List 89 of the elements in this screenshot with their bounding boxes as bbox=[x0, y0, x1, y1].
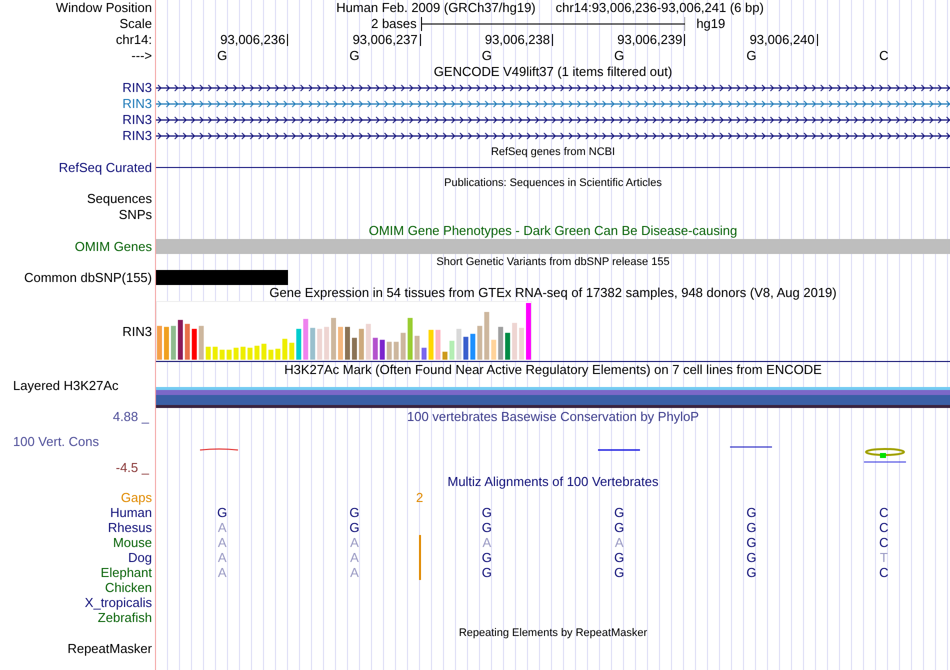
ruler-position: 93,006,240 bbox=[750, 32, 815, 48]
aligned-base: C bbox=[879, 505, 889, 521]
track-title: GENCODE V49lift37 (1 items filtered out) bbox=[434, 64, 672, 80]
track-label: Rhesus bbox=[108, 520, 152, 536]
track-label: X_tropicalis bbox=[84, 594, 152, 610]
aligned-base: G bbox=[746, 505, 757, 521]
assembly-title: Human Feb. 2009 (GRCh37/hg19) bbox=[336, 0, 536, 16]
ruler-position: 93,006,238 bbox=[484, 32, 550, 48]
aligned-base: G bbox=[349, 505, 360, 521]
track-label: RIN3 bbox=[122, 80, 152, 96]
track-caption: Short Genetic Variants from dbSNP release 155 bbox=[436, 255, 670, 270]
track-label: Common dbSNP(155) bbox=[24, 270, 152, 286]
track-title: 100 vertebrates Basewise Conservation by PhyloP bbox=[407, 409, 699, 425]
scale-text: 2 bases bbox=[371, 16, 417, 32]
aligned-base: G bbox=[614, 565, 624, 581]
aligned-base: A bbox=[482, 535, 492, 551]
gap-count: 2 bbox=[416, 490, 424, 506]
aligned-base: G bbox=[746, 550, 757, 566]
aligned-base: G bbox=[614, 505, 624, 521]
reference-base: G bbox=[482, 48, 492, 64]
aligned-base: A bbox=[350, 535, 359, 551]
reference-base: C bbox=[879, 48, 889, 64]
track-label: Window Position bbox=[56, 0, 152, 16]
track-label: 100 Vert. Cons bbox=[12, 434, 99, 450]
aligned-base: G bbox=[482, 505, 492, 521]
aligned-base: A bbox=[218, 520, 226, 536]
track-title: H3K27Ac Mark (Often Found Near Active Regulatory Elements) on 7 cell lines from ENCODE bbox=[284, 362, 822, 378]
reference-base: G bbox=[614, 48, 624, 64]
aligned-base: A bbox=[218, 535, 226, 551]
track-label: RefSeq Curated bbox=[58, 160, 152, 176]
track-label: Elephant bbox=[100, 564, 152, 580]
aligned-base: G bbox=[746, 520, 757, 536]
track-label: ---> bbox=[131, 48, 152, 64]
ruler-tick bbox=[684, 34, 686, 46]
track-title: Multiz Alignments of 100 Vertebrates bbox=[447, 474, 658, 490]
aligned-base: A bbox=[218, 550, 226, 566]
aligned-base: G bbox=[746, 565, 757, 581]
aligned-base: A bbox=[350, 565, 359, 581]
aligned-base: G bbox=[217, 505, 228, 521]
track-label: Dog bbox=[128, 550, 152, 566]
aligned-base: A bbox=[218, 565, 226, 581]
track-label: RIN3 bbox=[122, 96, 152, 112]
aligned-base: G bbox=[482, 565, 492, 581]
ruler-position: 93,006,239 bbox=[617, 32, 682, 48]
position-title: chr14:93,006,236-93,006,241 (6 bp) bbox=[556, 0, 764, 16]
track-label: chr14: bbox=[116, 32, 152, 48]
track-label: Scale bbox=[119, 16, 152, 32]
ruler-position: 93,006,237 bbox=[352, 32, 418, 48]
aligned-base: C bbox=[879, 535, 889, 551]
track-label: SNPs bbox=[118, 207, 152, 223]
aligned-base: G bbox=[746, 535, 757, 551]
axis-max-label: 4.88 _ bbox=[112, 409, 150, 425]
aligned-base: T bbox=[880, 550, 888, 566]
track-caption: RefSeq genes from NCBI bbox=[490, 145, 616, 160]
aligned-base: A bbox=[350, 550, 359, 566]
track-label: Chicken bbox=[105, 580, 152, 596]
track-label: Gaps bbox=[120, 490, 152, 506]
ruler-tick bbox=[552, 34, 553, 46]
track-label: RIN3 bbox=[122, 112, 152, 128]
ruler-tick bbox=[420, 34, 421, 46]
track-caption: Repeating Elements by RepeatMasker bbox=[458, 626, 648, 641]
track-label: RepeatMasker bbox=[67, 641, 152, 657]
axis-min-label: -4.5 _ bbox=[116, 460, 150, 476]
ruler-position: 93,006,236 bbox=[220, 32, 286, 48]
track-label: Sequences bbox=[86, 191, 152, 207]
track-label: Human bbox=[110, 504, 152, 520]
aligned-base: G bbox=[482, 550, 492, 566]
aligned-base: G bbox=[349, 520, 360, 536]
track-label: RIN3 bbox=[122, 324, 152, 340]
track-caption: Publications: Sequences in Scientific Articles bbox=[444, 176, 662, 191]
reference-base: G bbox=[746, 48, 757, 64]
track-label: Mouse bbox=[112, 534, 152, 550]
aligned-base: G bbox=[614, 520, 624, 536]
track-title: Gene Expression in 54 tissues from GTEx RNA-seq of 17382 samples, 948 donors (V8, Aug 2019) bbox=[269, 285, 837, 301]
assembly-label: hg19 bbox=[696, 16, 726, 32]
aligned-base: C bbox=[879, 565, 889, 581]
track-label: OMIM Genes bbox=[74, 238, 152, 254]
aligned-base: G bbox=[482, 520, 492, 536]
reference-base: G bbox=[217, 48, 228, 64]
aligned-base: C bbox=[879, 520, 889, 536]
reference-base: G bbox=[349, 48, 360, 64]
ruler-tick bbox=[287, 34, 288, 46]
aligned-base: G bbox=[614, 550, 624, 566]
ruler-tick bbox=[816, 34, 818, 46]
track-label: RIN3 bbox=[122, 128, 152, 144]
track-label: Layered H3K27Ac bbox=[13, 378, 119, 394]
track-label: Zebrafish bbox=[98, 610, 152, 626]
track-title: OMIM Gene Phenotypes - Dark Green Can Be Disease-causing bbox=[368, 223, 738, 239]
aligned-base: A bbox=[614, 535, 624, 551]
